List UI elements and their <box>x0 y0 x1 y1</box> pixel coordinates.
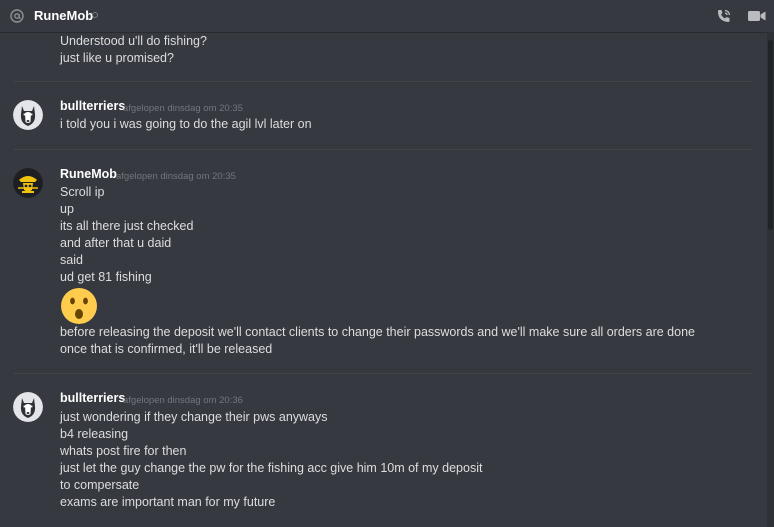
message-line: Scroll ip <box>60 185 105 199</box>
scrollbar-thumb[interactable] <box>768 40 773 230</box>
message-line: its all there just checked <box>60 219 194 233</box>
message-line: Understood u'll do fishing? <box>60 34 207 48</box>
phone-call-icon[interactable] <box>716 8 732 24</box>
at-icon <box>10 9 24 23</box>
channel-name: RuneMob <box>34 8 94 23</box>
runemob-pirate-avatar[interactable] <box>13 168 43 198</box>
message-line: to compersate <box>60 478 140 492</box>
message-line: before releasing the deposit we'll conta… <box>60 325 695 339</box>
message-list[interactable]: Understood u'll do fishing? just like u … <box>0 32 766 527</box>
message-line: whats post fire for then <box>60 444 187 458</box>
message-author[interactable]: bullterriers <box>60 99 125 113</box>
astonished-face-emoji[interactable] <box>59 286 99 326</box>
message-line: just like u promised? <box>60 51 174 65</box>
message-timestamp: afgelopen dinsdag om 20:36 <box>123 395 243 406</box>
message-line: said <box>60 253 83 267</box>
status-dot <box>92 12 98 18</box>
message-line: just let the guy change the pw for the f… <box>60 461 483 475</box>
message-author[interactable]: RuneMob <box>60 167 117 181</box>
message-line: just wondering if they change their pws … <box>60 410 328 424</box>
message-timestamp: afgelopen dinsdag om 20:35 <box>123 103 243 114</box>
message-line: b4 releasing <box>60 427 129 441</box>
message-divider <box>14 149 752 150</box>
bull-terrier-avatar[interactable] <box>13 392 43 422</box>
message-line: up <box>60 202 74 216</box>
message-divider <box>14 373 752 374</box>
message-line: and after that u daid <box>60 236 172 250</box>
message-divider <box>14 81 752 82</box>
video-call-icon[interactable] <box>748 10 766 22</box>
message-line: i told you i was going to do the agil lv… <box>60 117 312 131</box>
message-line: ud get 81 fishing <box>60 270 152 284</box>
message-timestamp: afgelopen dinsdag om 20:35 <box>116 171 236 182</box>
message-line: once that is confirmed, it'll be release… <box>60 342 273 356</box>
channel-header: RuneMob <box>0 0 774 32</box>
bull-terrier-avatar[interactable] <box>13 100 43 130</box>
message-author[interactable]: bullterriers <box>60 391 125 405</box>
message-line: exams are important man for my future <box>60 495 276 509</box>
